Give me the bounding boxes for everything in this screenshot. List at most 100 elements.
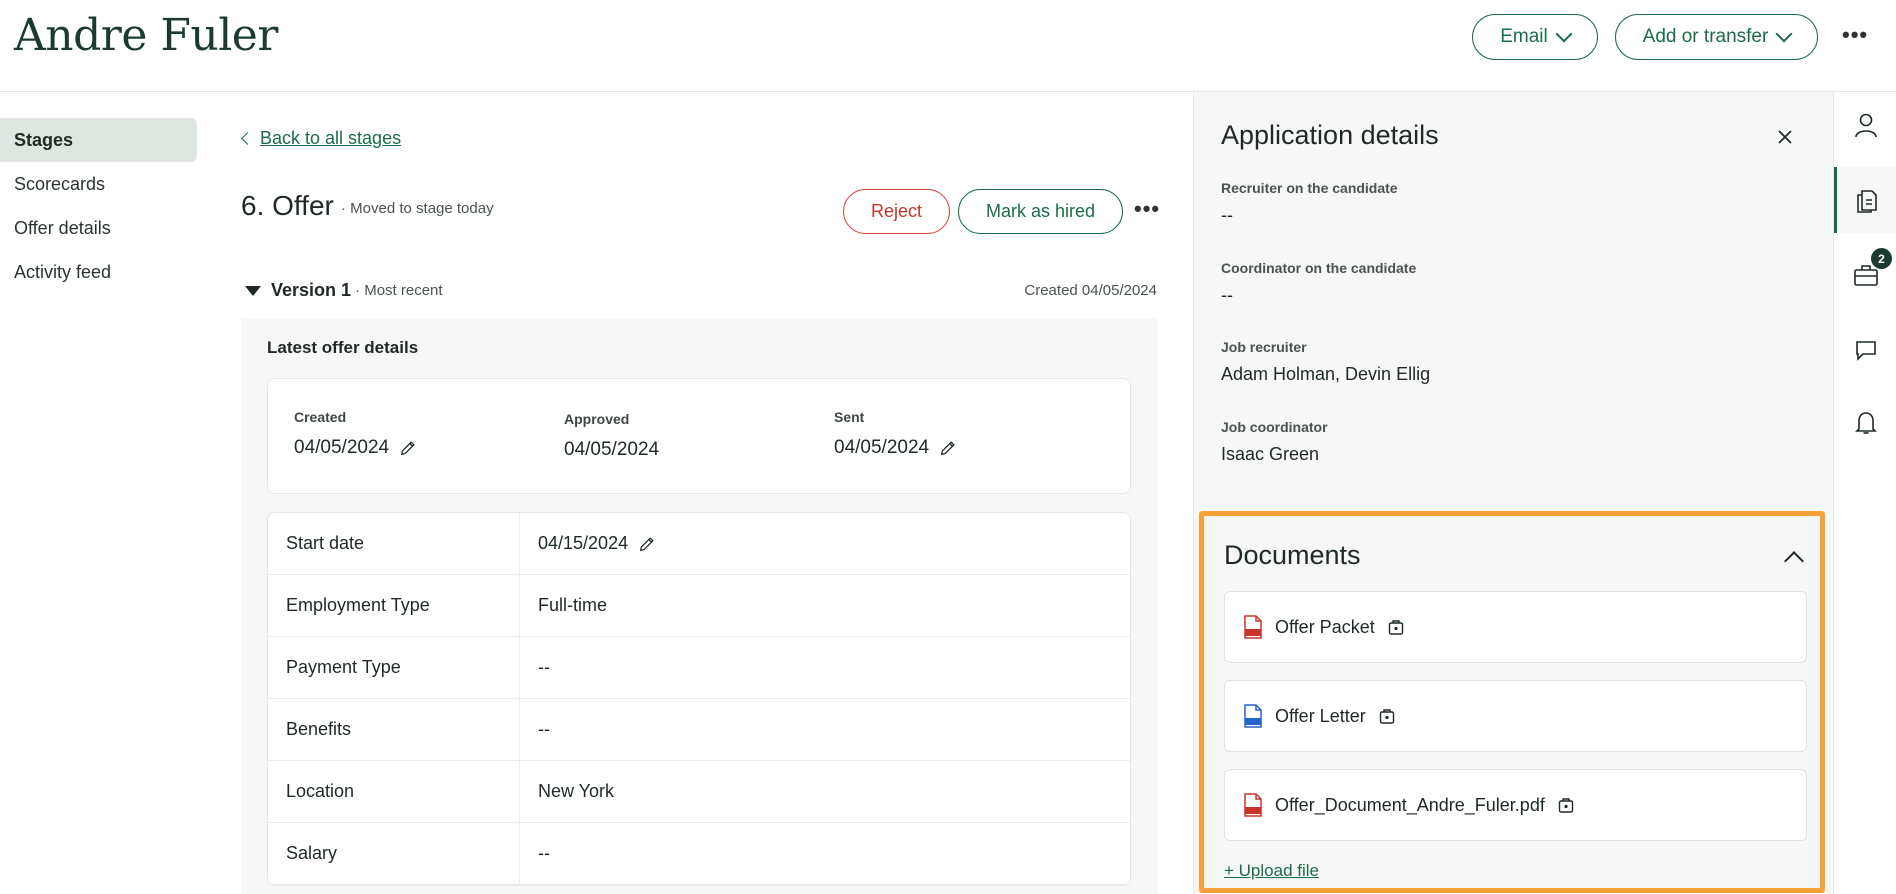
stage-subtitle: · Moved to stage today [341, 200, 494, 217]
lock-icon [1558, 798, 1574, 813]
chevron-down-icon [1775, 25, 1793, 43]
email-button-label: Email [1500, 26, 1548, 47]
sent-label: Sent [834, 409, 865, 425]
rail-profile-button[interactable] [1834, 92, 1896, 158]
email-button[interactable]: Email [1472, 14, 1598, 60]
drawer-title: Application details [1221, 120, 1439, 150]
offer-details-table: Start date 04/15/2024 Employment Type Fu… [267, 512, 1131, 886]
docx-file-icon [1244, 704, 1262, 728]
created-value: 04/05/2024 [294, 437, 390, 458]
left-nav: Stages Scorecards Offer details Activity… [0, 118, 197, 294]
row-value: -- [538, 843, 550, 863]
created-date-group: Created 04/05/2024 [294, 409, 417, 459]
offer-panel-title: Latest offer details [267, 338, 419, 357]
table-row: Salary -- [268, 823, 1130, 885]
caret-down-icon [245, 285, 261, 296]
row-key: Start date [268, 513, 520, 574]
stage-title: 6. Offer [241, 190, 334, 221]
row-value: New York [538, 781, 615, 801]
row-value: -- [538, 719, 550, 739]
close-icon[interactable] [1774, 126, 1796, 148]
table-row: Location New York [268, 761, 1130, 823]
document-item[interactable]: Offer Packet [1224, 591, 1807, 663]
version-subtitle: · Most recent [355, 282, 443, 299]
document-name: Offer Packet [1275, 616, 1375, 637]
nav-item-offer-details[interactable]: Offer details [0, 206, 197, 250]
job-coordinator-field: Job coordinator Isaac Green [1221, 419, 1328, 465]
rail-documents-button[interactable] [1834, 167, 1896, 233]
version-toggle[interactable]: Version 1 · Most recent [245, 280, 443, 301]
created-label: Created [294, 409, 347, 425]
approved-value: 04/05/2024 [564, 439, 660, 460]
field-label: Job recruiter [1221, 339, 1307, 355]
field-value: Adam Holman, Devin Ellig [1221, 364, 1431, 384]
table-row: Benefits -- [268, 699, 1130, 761]
chevron-left-icon [241, 132, 254, 145]
row-key: Salary [268, 823, 520, 884]
approved-label: Approved [564, 411, 630, 427]
edit-pencil-icon[interactable] [939, 439, 957, 457]
bell-icon [1854, 412, 1877, 434]
rail-notifications-button[interactable] [1834, 390, 1896, 456]
edit-pencil-icon[interactable] [638, 535, 656, 553]
field-label: Job coordinator [1221, 419, 1328, 435]
document-name: Offer_Document_Andre_Fuler.pdf [1275, 794, 1545, 815]
row-key: Employment Type [268, 575, 520, 636]
upload-file-link[interactable]: + Upload file [1224, 861, 1319, 881]
back-link-label: Back to all stages [260, 128, 402, 148]
row-value: 04/15/2024 [538, 533, 629, 553]
sent-value: 04/05/2024 [834, 437, 930, 458]
add-or-transfer-button[interactable]: Add or transfer [1615, 14, 1818, 60]
back-to-all-stages-link[interactable]: Back to all stages [241, 128, 402, 149]
right-icon-rail: 2 [1833, 92, 1896, 894]
lock-icon [1379, 709, 1394, 724]
approved-date-group: Approved 04/05/2024 [564, 411, 659, 461]
chevron-up-icon[interactable] [1784, 551, 1804, 571]
table-row: Start date 04/15/2024 [268, 513, 1130, 575]
edit-pencil-icon[interactable] [399, 439, 417, 457]
field-value: -- [1221, 205, 1233, 225]
row-value: -- [538, 657, 550, 677]
rail-comments-button[interactable] [1834, 317, 1896, 383]
documents-section: Documents Offer Packet Offer Letter Offe… [1199, 511, 1825, 893]
nav-item-stages[interactable]: Stages [0, 118, 197, 162]
document-name: Offer Letter [1275, 705, 1366, 726]
sent-date-group: Sent 04/05/2024 [834, 409, 957, 459]
person-icon [1854, 113, 1877, 138]
pdf-file-icon [1244, 615, 1262, 639]
row-key: Location [268, 761, 520, 822]
version-label: Version 1 [271, 280, 352, 300]
version-created-date: Created 04/05/2024 [1024, 282, 1157, 299]
document-item[interactable]: Offer Letter [1224, 680, 1807, 752]
table-row: Employment Type Full-time [268, 575, 1130, 637]
field-label: Coordinator on the candidate [1221, 260, 1417, 276]
row-value: Full-time [538, 595, 608, 615]
recruiter-field: Recruiter on the candidate -- [1221, 180, 1398, 226]
field-value: -- [1221, 285, 1233, 305]
row-key: Payment Type [268, 637, 520, 698]
nav-item-scorecards[interactable]: Scorecards [0, 162, 197, 206]
lock-icon [1388, 620, 1403, 635]
reject-button[interactable]: Reject [843, 189, 950, 234]
candidate-name: Andre Fuler [14, 10, 278, 61]
document-item[interactable]: Offer_Document_Andre_Fuler.pdf [1224, 769, 1807, 841]
coordinator-field: Coordinator on the candidate -- [1221, 260, 1416, 306]
jobs-count-badge: 2 [1871, 248, 1892, 269]
pdf-file-icon [1244, 793, 1262, 817]
add-or-transfer-label: Add or transfer [1642, 26, 1769, 47]
nav-item-activity-feed[interactable]: Activity feed [0, 250, 197, 294]
mark-as-hired-button[interactable]: Mark as hired [958, 189, 1123, 234]
documents-title: Documents [1224, 540, 1361, 570]
field-value: Isaac Green [1221, 444, 1320, 464]
chevron-down-icon [1555, 25, 1573, 43]
table-row: Payment Type -- [268, 637, 1130, 699]
latest-offer-panel: Latest offer details Created 04/05/2024 … [241, 318, 1158, 894]
row-key: Benefits [268, 699, 520, 760]
offer-dates-card: Created 04/05/2024 Approved 04/05/2024 S… [267, 378, 1131, 494]
more-options-icon[interactable]: ••• [1842, 22, 1868, 48]
rail-jobs-button[interactable]: 2 [1834, 242, 1896, 308]
job-recruiter-field: Job recruiter Adam Holman, Devin Ellig [1221, 339, 1430, 385]
page-header: Andre Fuler Email Add or transfer ••• [0, 0, 1896, 92]
chat-icon [1855, 341, 1876, 361]
stage-more-options-icon[interactable]: ••• [1134, 196, 1160, 222]
